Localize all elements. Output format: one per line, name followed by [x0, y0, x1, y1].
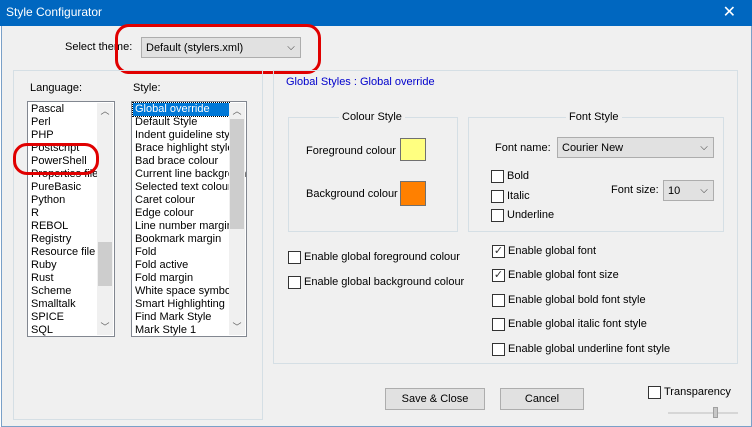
italic-label: Italic — [507, 190, 530, 202]
scroll-up-icon[interactable]: ︿ — [97, 103, 113, 119]
colour-style-group: Colour Style — [288, 111, 458, 232]
global-styles-heading: Global Styles : Global override — [286, 76, 435, 88]
language-label: Language: — [30, 82, 82, 94]
style-list-item[interactable]: Fold active — [133, 259, 229, 272]
enable-global-font-label: Enable global font — [508, 245, 597, 257]
style-list-item[interactable]: Fold margin — [133, 272, 229, 285]
font-style-caption: Font Style — [566, 111, 622, 123]
enable-global-underline-checkbox[interactable] — [492, 343, 505, 356]
style-scrollbar[interactable]: ︿ ﹀ — [229, 103, 245, 335]
style-label: Style: — [133, 82, 161, 94]
language-list-item[interactable]: R — [29, 207, 97, 220]
bold-checkbox[interactable] — [491, 170, 504, 183]
language-list-item[interactable]: Smalltalk — [29, 298, 97, 311]
bold-label: Bold — [507, 170, 530, 182]
window-title: Style Configurator — [6, 5, 103, 19]
colour-style-caption: Colour Style — [339, 111, 405, 123]
style-list-item[interactable]: Find Mark Style — [133, 311, 229, 324]
language-list-item[interactable]: PureBasic — [29, 181, 97, 194]
enable-global-italic-checkbox[interactable] — [492, 318, 505, 331]
cancel-button[interactable]: Cancel — [500, 388, 584, 410]
style-list-items: Global override Default Style Indent guide… — [132, 102, 246, 336]
language-list-items: Pascal Perl PHP Postscript PowerShell Propert… — [29, 103, 98, 336]
enable-global-italic-label: Enable global italic font style — [508, 318, 647, 330]
title-bar: Style Configurator ✕ — [0, 0, 752, 26]
language-list[interactable]: Pascal Perl PHP Postscript PowerShell Propert… — [27, 101, 115, 337]
underline-checkbox[interactable] — [491, 209, 504, 222]
style-list-item[interactable]: Indent guideline style — [133, 129, 238, 142]
language-list-item[interactable]: REBOL — [29, 220, 97, 233]
transparency-slider-thumb[interactable] — [713, 407, 718, 418]
style-list-item[interactable]: Caret colour — [133, 194, 229, 207]
language-list-item[interactable]: Python — [29, 194, 97, 207]
font-name-label: Font name: — [495, 142, 551, 154]
font-size-value: 10 — [668, 184, 681, 197]
font-name-value: Courier New — [562, 141, 624, 154]
font-size-select[interactable]: 10 ⌵ — [663, 180, 714, 201]
style-list-item[interactable]: Mark Style 1 — [133, 324, 229, 336]
scroll-thumb[interactable] — [230, 119, 244, 229]
enable-global-bg-label: Enable global background colour — [304, 276, 465, 288]
style-list-item[interactable]: Bookmark margin — [133, 233, 229, 246]
chevron-down-icon: ⌵ — [700, 142, 708, 153]
font-size-label: Font size: — [611, 184, 659, 196]
enable-global-font-size-label: Enable global font size — [508, 269, 619, 281]
transparency-checkbox[interactable] — [648, 386, 661, 399]
chevron-down-icon: ⌵ — [700, 185, 708, 196]
enable-global-bold-label: Enable global bold font style — [508, 294, 646, 306]
enable-global-bg-checkbox[interactable] — [288, 276, 301, 289]
style-list-item[interactable]: Global override — [132, 102, 230, 117]
style-list-item[interactable]: Line number margin — [133, 220, 233, 233]
enable-global-fg-checkbox[interactable] — [288, 251, 301, 264]
style-list-item[interactable]: Current line background colour — [133, 168, 246, 181]
background-colour-swatch[interactable] — [400, 181, 426, 206]
language-list-item[interactable]: Resource file — [29, 246, 97, 259]
language-list-item[interactable]: SPICE — [29, 311, 97, 324]
annotation-circle-powershell — [13, 143, 99, 175]
language-list-item[interactable]: Scheme — [29, 285, 97, 298]
language-list-item[interactable]: Perl — [29, 116, 97, 129]
language-list-item[interactable]: SQL — [29, 324, 97, 336]
language-list-item[interactable]: Registry — [29, 233, 97, 246]
transparency-label: Transparency — [664, 386, 731, 398]
style-list-item[interactable]: Brace highlight style — [133, 142, 233, 155]
style-list-item[interactable]: Smart Highlighting — [133, 298, 229, 311]
style-list-item[interactable]: Selected text colour — [133, 181, 232, 194]
style-list-item[interactable]: Fold — [133, 246, 229, 259]
scroll-thumb[interactable] — [98, 242, 112, 286]
font-name-select[interactable]: Courier New ⌵ — [557, 137, 714, 158]
style-list-item[interactable]: Edge colour — [133, 207, 229, 220]
scroll-up-icon[interactable]: ︿ — [229, 103, 245, 119]
style-list-item[interactable]: White space symbol — [133, 285, 233, 298]
enable-global-fg-label: Enable global foreground colour — [304, 251, 460, 263]
enable-global-bold-checkbox[interactable] — [492, 294, 505, 307]
enable-global-font-size-checkbox[interactable]: ✓ — [492, 269, 505, 282]
foreground-colour-swatch[interactable] — [400, 138, 426, 161]
style-list-item[interactable]: Bad brace colour — [133, 155, 229, 168]
enable-global-font-checkbox[interactable]: ✓ — [492, 245, 505, 258]
scroll-down-icon[interactable]: ﹀ — [229, 319, 245, 335]
language-list-item[interactable]: Pascal — [29, 103, 97, 116]
style-list-item[interactable]: Default Style — [133, 116, 229, 129]
language-list-item[interactable]: Rust — [29, 272, 97, 285]
annotation-circle-theme — [115, 24, 321, 74]
italic-checkbox[interactable] — [491, 190, 504, 203]
background-colour-label: Background colour — [306, 188, 398, 200]
transparency-slider-track[interactable] — [668, 412, 738, 414]
save-close-button[interactable]: Save & Close — [385, 388, 485, 410]
enable-global-underline-label: Enable global underline font style — [508, 343, 671, 355]
language-scrollbar[interactable]: ︿ ﹀ — [97, 103, 113, 335]
scroll-down-icon[interactable]: ﹀ — [97, 319, 113, 335]
foreground-colour-label: Foreground colour — [306, 145, 396, 157]
language-list-item[interactable]: Ruby — [29, 259, 97, 272]
style-list[interactable]: Global override Default Style Indent guide… — [131, 101, 247, 337]
underline-label: Underline — [507, 209, 555, 221]
close-icon[interactable]: ✕ — [723, 2, 736, 22]
language-list-item[interactable]: PHP — [29, 129, 97, 142]
